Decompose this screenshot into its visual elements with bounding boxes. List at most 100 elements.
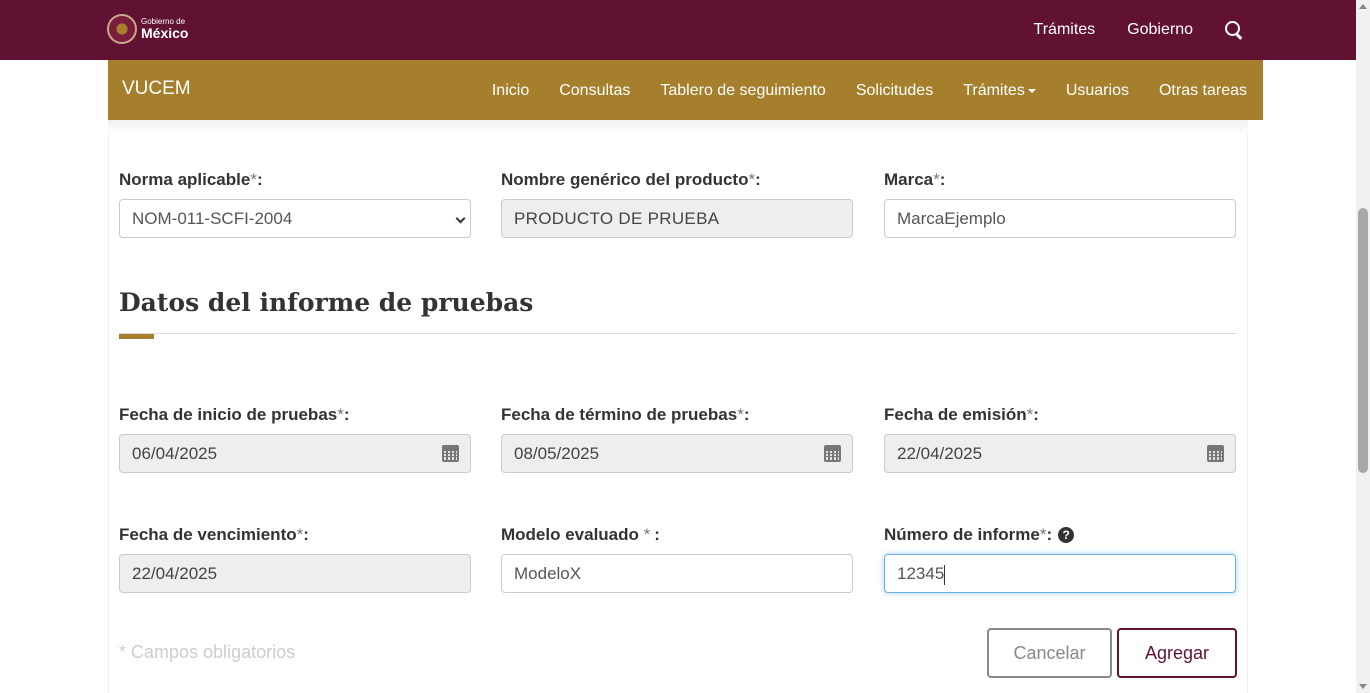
nombre-field: Nombre genérico del producto *: PRODUCTO … — [501, 170, 853, 238]
fecha-vencimiento-input[interactable]: 22/04/2025 — [119, 554, 471, 593]
nav-usuarios[interactable]: Usuarios — [1066, 82, 1129, 100]
modelo-value: ModeloX — [514, 564, 582, 583]
norma-select[interactable]: NOM-011-SCFI-2004 — [119, 199, 471, 238]
sub-navbar: VUCEM Inicio Consultas Tablero de seguim… — [108, 60, 1263, 120]
section-divider — [119, 333, 1237, 334]
chevron-down-icon — [455, 213, 466, 224]
fecha-termino-field: Fecha de término de pruebas *: 08/05/2025 — [501, 405, 853, 473]
numero-label-text: Número de informe — [884, 525, 1040, 544]
top-nav: Trámites Gobierno — [1034, 0, 1243, 60]
scroll-down-arrow-icon[interactable] — [1359, 684, 1367, 689]
scroll-thumb[interactable] — [1358, 208, 1368, 473]
nav-inicio[interactable]: Inicio — [492, 82, 529, 100]
nav-tramites-label: Trámites — [963, 82, 1025, 99]
fecha-inicio-label: Fecha de inicio de pruebas *: — [119, 405, 471, 425]
fecha-vencimiento-value: 22/04/2025 — [132, 564, 218, 583]
nav-solicitudes[interactable]: Solicitudes — [856, 82, 933, 100]
help-icon[interactable]: ? — [1058, 527, 1075, 543]
scroll-up-arrow-icon[interactable] — [1359, 4, 1367, 9]
label-colon: : — [1046, 525, 1053, 544]
marca-field: Marca *: MarcaEjemplo — [884, 170, 1236, 238]
cancel-button[interactable]: Cancelar — [987, 628, 1112, 678]
nombre-label: Nombre genérico del producto *: — [501, 170, 853, 190]
calendar-icon[interactable] — [1207, 445, 1224, 462]
fecha-vencimiento-label: Fecha de vencimiento *: — [119, 525, 471, 545]
marca-input[interactable]: MarcaEjemplo — [884, 199, 1236, 238]
fecha-termino-value: 08/05/2025 — [514, 444, 600, 463]
label-colon: : — [755, 170, 761, 189]
label-colon: : — [939, 170, 946, 189]
logo-big-text: México — [141, 25, 189, 41]
fecha-emision-value: 22/04/2025 — [897, 444, 983, 463]
required-note: * Campos obligatorios — [119, 642, 296, 662]
required-asterisk: * — [337, 405, 344, 424]
brand-vucem[interactable]: VUCEM — [122, 78, 191, 100]
fecha-vencimiento-field: Fecha de vencimiento *: 22/04/2025 — [119, 525, 471, 593]
required-asterisk: * — [737, 405, 744, 424]
modelo-field: Modelo evaluado *: ModeloX — [501, 525, 853, 593]
calendar-icon[interactable] — [824, 445, 841, 462]
nav-consultas[interactable]: Consultas — [559, 82, 630, 100]
label-colon: : — [743, 405, 750, 424]
calendar-icon[interactable] — [442, 445, 459, 462]
nombre-label-text: Nombre genérico del producto — [501, 170, 749, 189]
modelo-label-text: Modelo evaluado — [501, 525, 644, 544]
norma-field: Norma aplicable *: NOM-011-SCFI-2004 — [119, 170, 471, 238]
numero-label: Número de informe *:? — [884, 525, 1236, 545]
fecha-termino-input[interactable]: 08/05/2025 — [501, 434, 853, 473]
text-cursor — [944, 564, 946, 585]
fecha-inicio-field: Fecha de inicio de pruebas *: 06/04/2025 — [119, 405, 471, 473]
norma-value: NOM-011-SCFI-2004 — [132, 209, 293, 228]
marca-label: Marca *: — [884, 170, 1236, 190]
top-nav-gobierno[interactable]: Gobierno — [1127, 21, 1193, 39]
fecha-inicio-value: 06/04/2025 — [132, 444, 218, 463]
norma-label-text: Norma aplicable — [119, 170, 251, 189]
label-colon: : — [256, 170, 263, 189]
numero-field: Número de informe *:? 12345 — [884, 525, 1236, 593]
panel-shadow — [108, 120, 1248, 134]
modelo-label: Modelo evaluado *: — [501, 525, 853, 545]
required-asterisk: * — [1039, 525, 1047, 544]
norma-label: Norma aplicable *: — [119, 170, 471, 190]
gobierno-logo[interactable]: Gobierno de México — [107, 14, 188, 44]
nav-tablero[interactable]: Tablero de seguimiento — [660, 82, 825, 100]
numero-input[interactable]: 12345 — [884, 554, 1236, 593]
fecha-termino-label: Fecha de término de pruebas *: — [501, 405, 853, 425]
fecha-vencimiento-label-text: Fecha de vencimiento — [119, 525, 297, 544]
label-colon: : — [343, 405, 350, 424]
search-icon[interactable] — [1225, 21, 1243, 39]
nav-tramites-dropdown[interactable]: Trámites — [963, 82, 1036, 100]
marca-value: MarcaEjemplo — [897, 209, 1006, 228]
nav-otras-tareas[interactable]: Otras tareas — [1159, 82, 1247, 100]
fecha-emision-label: Fecha de emisión *: — [884, 405, 1236, 425]
required-asterisk: * — [748, 170, 756, 189]
fecha-inicio-input[interactable]: 06/04/2025 — [119, 434, 471, 473]
fecha-termino-label-text: Fecha de término de pruebas — [501, 405, 738, 424]
section-title: Datos del informe de pruebas — [119, 288, 534, 317]
required-asterisk: * — [643, 525, 651, 544]
seal-icon — [107, 14, 137, 44]
scrollbar[interactable] — [1356, 0, 1370, 693]
required-asterisk: * — [933, 170, 940, 189]
fecha-emision-field: Fecha de emisión *: 22/04/2025 — [884, 405, 1236, 473]
top-nav-tramites[interactable]: Trámites — [1034, 21, 1096, 39]
logo-text: Gobierno de México — [141, 18, 189, 41]
add-button[interactable]: Agregar — [1117, 628, 1237, 678]
fecha-inicio-label-text: Fecha de inicio de pruebas — [119, 405, 338, 424]
required-asterisk: * — [296, 525, 304, 544]
nombre-value: PRODUCTO DE PRUEBA — [514, 209, 720, 228]
nombre-input[interactable]: PRODUCTO DE PRUEBA — [501, 199, 853, 238]
label-colon: : — [1033, 405, 1039, 424]
marca-label-text: Marca — [884, 170, 934, 189]
caret-down-icon — [1027, 88, 1036, 93]
numero-value: 12345 — [897, 564, 945, 583]
section-accent-bar — [119, 334, 154, 339]
modelo-input[interactable]: ModeloX — [501, 554, 853, 593]
label-colon: : — [303, 525, 309, 544]
fecha-emision-label-text: Fecha de emisión — [884, 405, 1027, 424]
label-colon: : — [654, 525, 660, 544]
sub-nav: Inicio Consultas Tablero de seguimiento … — [492, 82, 1247, 100]
fecha-emision-input[interactable]: 22/04/2025 — [884, 434, 1236, 473]
required-asterisk: * — [1026, 405, 1034, 424]
required-asterisk: * — [250, 170, 257, 189]
